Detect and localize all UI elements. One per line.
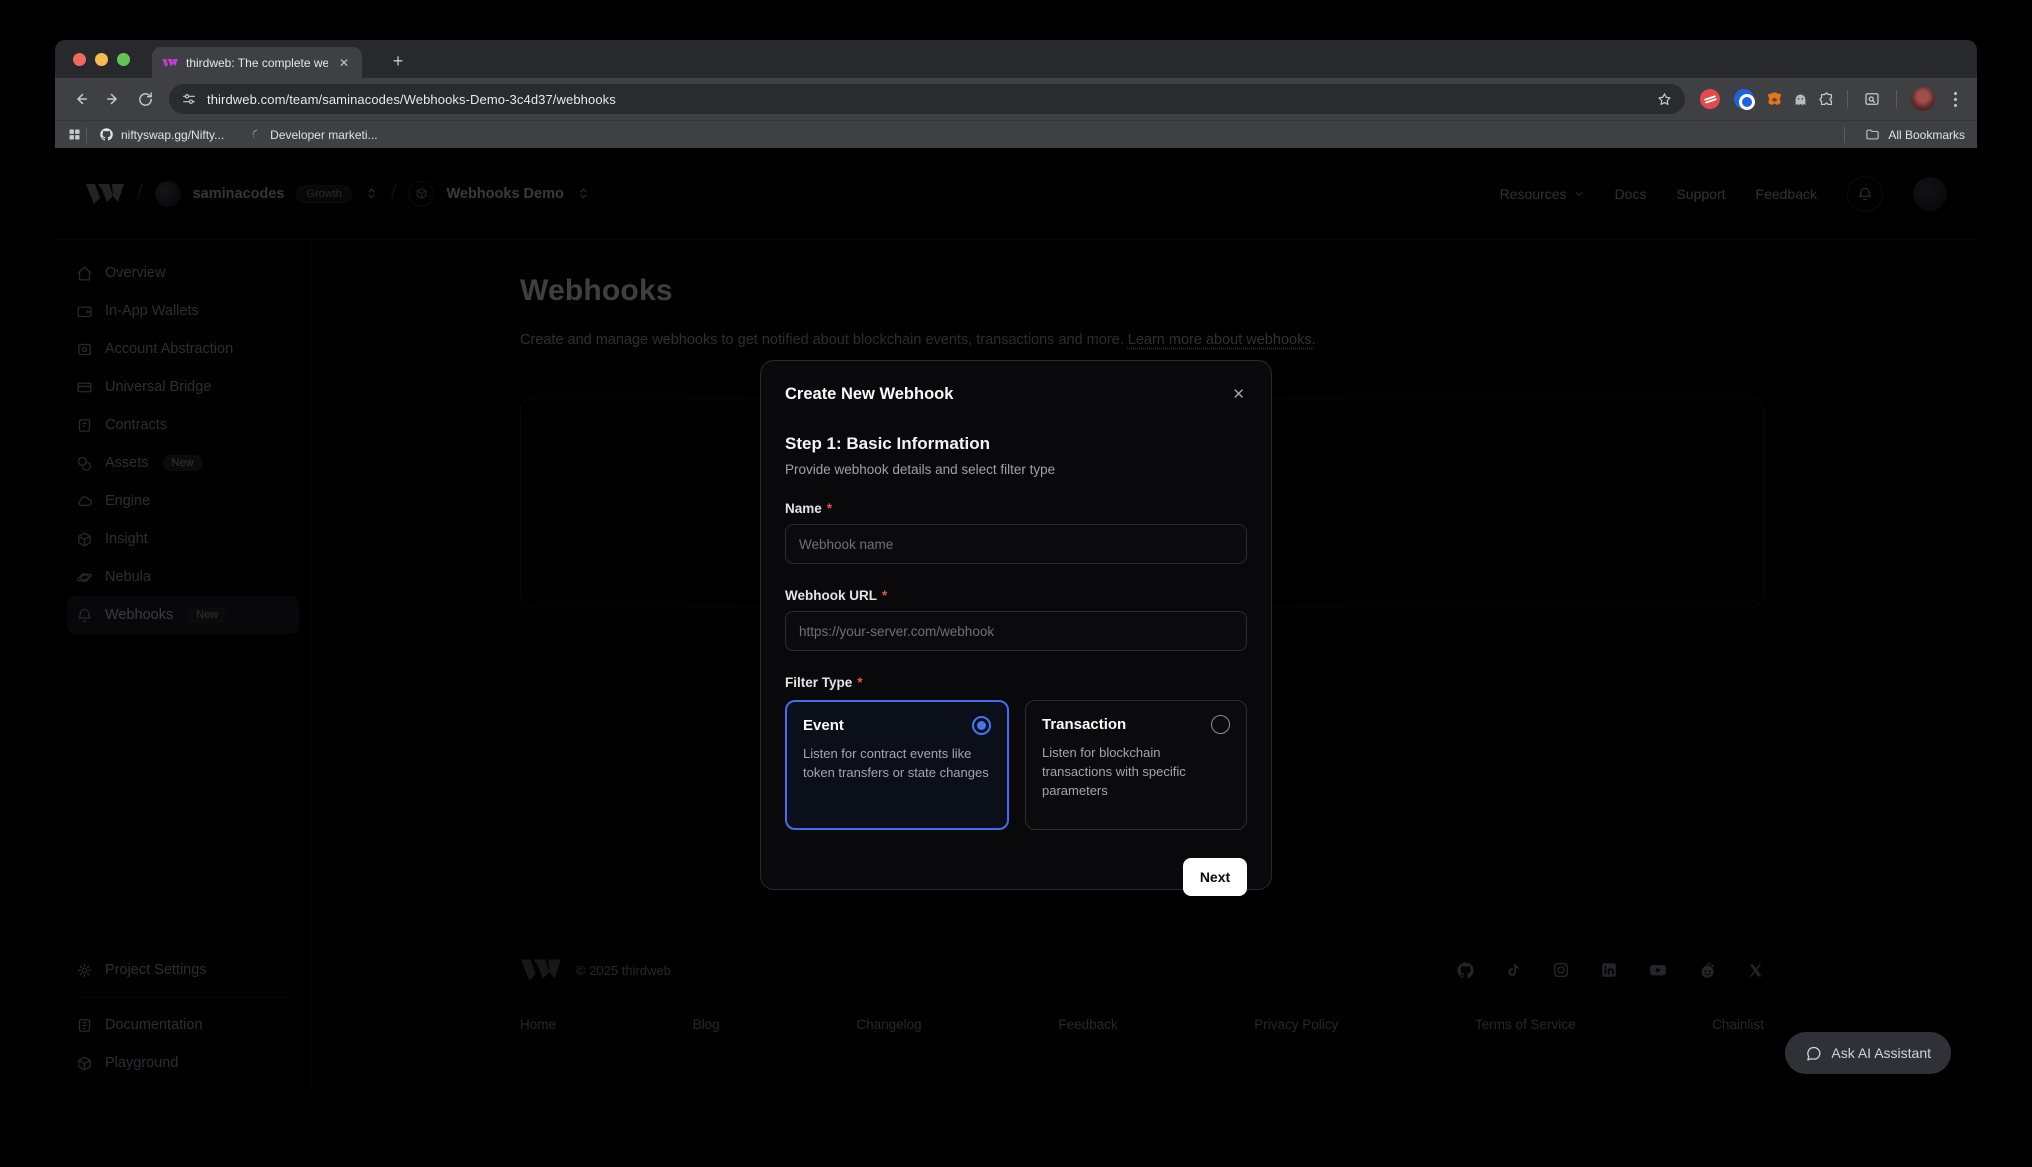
- close-window-button[interactable]: [73, 53, 86, 66]
- bookmark-label: Developer marketi...: [270, 128, 377, 142]
- new-tab-button[interactable]: +: [385, 49, 411, 75]
- reload-icon[interactable]: [129, 83, 161, 115]
- all-bookmarks-button[interactable]: All Bookmarks: [1888, 128, 1965, 142]
- close-icon[interactable]: ✕: [1230, 385, 1247, 404]
- browser-toolbar: thirdweb.com/team/saminacodes/Webhooks-D…: [55, 78, 1977, 120]
- filter-type-label: Filter Type*: [785, 675, 1247, 690]
- minimize-window-button[interactable]: [95, 53, 108, 66]
- metamask-icon[interactable]: [1761, 83, 1787, 115]
- webhook-name-input[interactable]: [785, 524, 1247, 564]
- extension-icon-red[interactable]: [1700, 89, 1720, 109]
- create-webhook-modal: Create New Webhook ✕ Step 1: Basic Infor…: [760, 360, 1272, 890]
- step-subtitle: Provide webhook details and select filte…: [785, 462, 1247, 477]
- filter-option-title: Event: [803, 717, 844, 734]
- bookmark-favicon: [250, 128, 263, 141]
- radio-unselected-icon[interactable]: [1211, 715, 1230, 734]
- filter-option-title: Transaction: [1042, 716, 1126, 733]
- extension-icon-blue[interactable]: [1734, 89, 1754, 109]
- phantom-icon[interactable]: [1787, 83, 1813, 115]
- ask-ai-assistant-label: Ask AI Assistant: [1831, 1045, 1931, 1061]
- browser-tab[interactable]: thirdweb: The complete web3 ✕: [152, 47, 362, 78]
- back-icon[interactable]: [65, 83, 97, 115]
- name-label: Name*: [785, 501, 1247, 516]
- address-bar[interactable]: thirdweb.com/team/saminacodes/Webhooks-D…: [169, 84, 1685, 114]
- filter-option-description: Listen for contract events like token tr…: [803, 745, 991, 783]
- filter-option-transaction[interactable]: Transaction Listen for blockchain transa…: [1025, 700, 1247, 830]
- extensions-puzzle-icon[interactable]: [1813, 83, 1839, 115]
- next-button[interactable]: Next: [1183, 858, 1247, 896]
- webhook-url-label: Webhook URL*: [785, 588, 1247, 603]
- ask-ai-assistant-button[interactable]: Ask AI Assistant: [1785, 1032, 1951, 1074]
- apps-grid-icon[interactable]: [67, 127, 82, 142]
- chat-icon: [1805, 1045, 1822, 1062]
- window-controls: [73, 53, 130, 66]
- required-asterisk: *: [882, 588, 887, 603]
- browser-window: thirdweb: The complete web3 ✕ + thirdweb…: [55, 40, 1977, 1092]
- filter-option-description: Listen for blockchain transactions with …: [1042, 744, 1230, 801]
- zoom-window-button[interactable]: [117, 53, 130, 66]
- toolbar-divider: [1896, 90, 1897, 108]
- bookmark-item[interactable]: niftyswap.gg/Nifty...: [99, 127, 224, 142]
- side-panel-search-icon[interactable]: [1856, 83, 1888, 115]
- browser-menu-icon[interactable]: [1943, 87, 1967, 111]
- filter-option-event[interactable]: Event Listen for contract events like to…: [785, 700, 1009, 830]
- forward-icon[interactable]: [97, 83, 129, 115]
- folder-icon: [1865, 127, 1880, 142]
- browser-profile-avatar[interactable]: [1911, 87, 1935, 111]
- github-favicon: [99, 127, 114, 142]
- bookmarks-divider: [1844, 127, 1845, 143]
- tab-title: thirdweb: The complete web3: [186, 56, 328, 70]
- step-title: Step 1: Basic Information: [785, 434, 1247, 454]
- modal-title: Create New Webhook: [785, 385, 953, 404]
- bookmarks-divider: [86, 127, 87, 143]
- required-asterisk: *: [857, 675, 862, 690]
- tab-close-icon[interactable]: ✕: [336, 55, 352, 71]
- desktop-background: [0, 1092, 2032, 1167]
- webhook-url-input[interactable]: [785, 611, 1247, 651]
- bookmark-label: niftyswap.gg/Nifty...: [121, 128, 224, 142]
- url-text: thirdweb.com/team/saminacodes/Webhooks-D…: [207, 92, 1646, 107]
- bookmarks-bar: niftyswap.gg/Nifty... Developer marketi.…: [55, 120, 1977, 148]
- bookmark-item[interactable]: Developer marketi...: [250, 128, 377, 142]
- tab-strip: thirdweb: The complete web3 ✕ +: [55, 40, 1977, 78]
- bookmark-star-icon[interactable]: [1656, 91, 1673, 108]
- site-settings-icon[interactable]: [181, 91, 197, 107]
- radio-selected-icon[interactable]: [972, 716, 991, 735]
- required-asterisk: *: [827, 501, 832, 516]
- toolbar-divider: [1847, 90, 1848, 108]
- thirdweb-favicon: [162, 57, 178, 69]
